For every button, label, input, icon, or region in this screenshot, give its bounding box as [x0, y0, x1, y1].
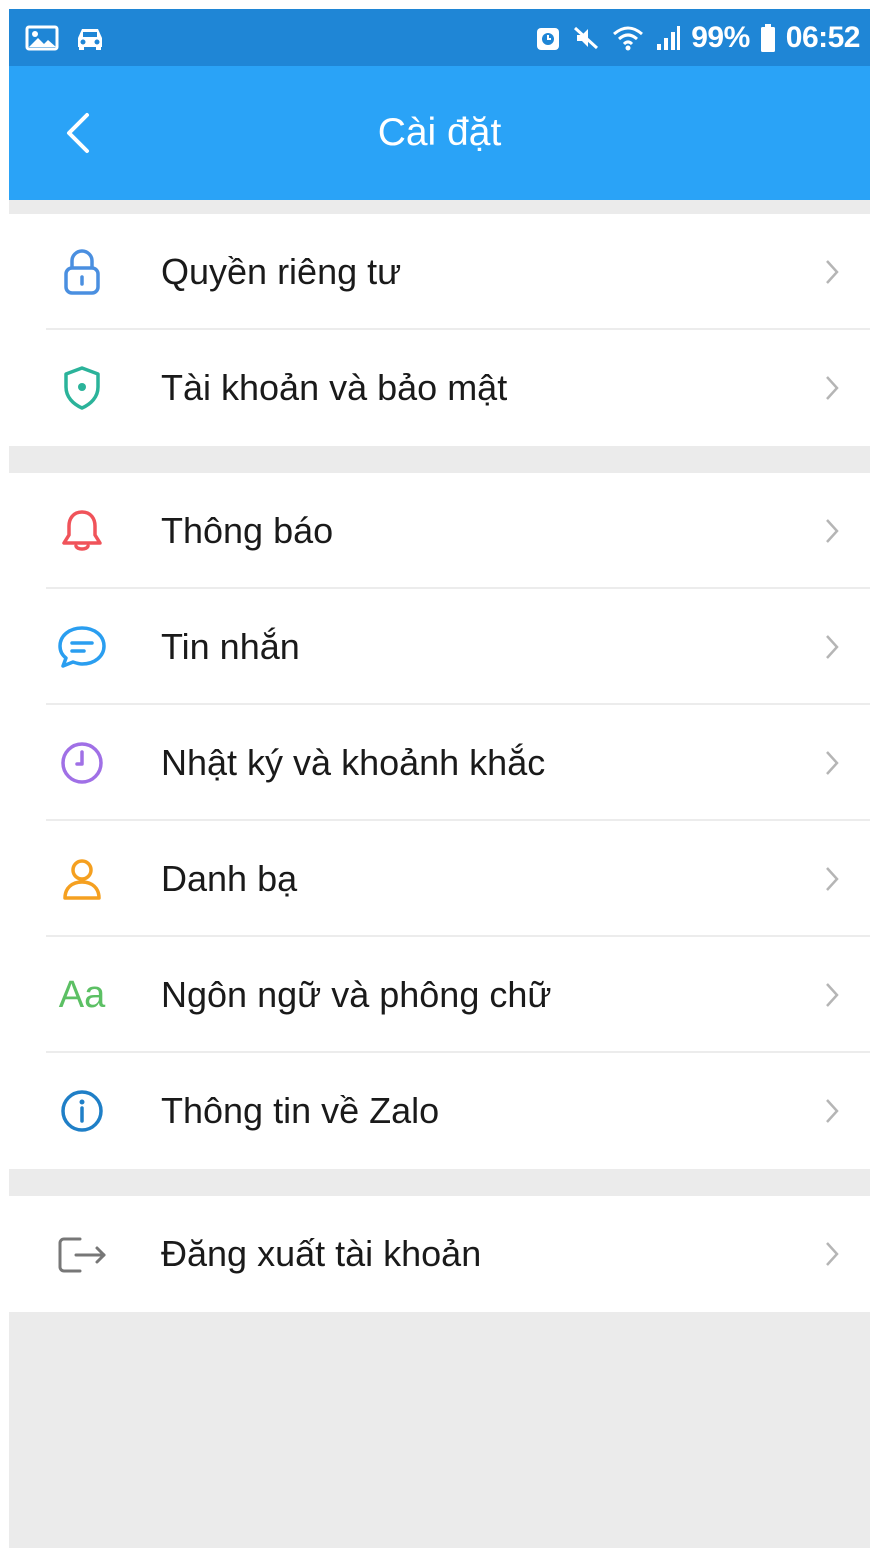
status-left [25, 24, 107, 52]
settings-group-logout: Đăng xuất tài khoản [9, 1196, 870, 1312]
signal-icon [655, 24, 681, 52]
font-icon-text: Aa [58, 973, 106, 1016]
clock-time: 06:52 [785, 20, 861, 54]
settings-item-label: Thông báo [161, 510, 334, 551]
settings-item-label: Quyền riêng tư [161, 251, 402, 292]
settings-item-about[interactable]: Thông tin về Zalo [9, 1053, 870, 1169]
settings-item-account-security[interactable]: Tài khoản và bảo mật [9, 330, 870, 446]
gallery-icon [25, 24, 59, 52]
battery-percent: 99% [691, 20, 750, 54]
settings-item-contacts[interactable]: Danh bạ [9, 821, 870, 937]
shield-icon [53, 359, 111, 417]
info-icon [53, 1082, 111, 1140]
font-icon: Aa [53, 966, 111, 1024]
screen: 99% 06:52 Cài đặt Quyền riêng tư Tài kho… [9, 9, 870, 1548]
clock-icon [53, 734, 111, 792]
page-title: Cài đặt [377, 111, 502, 154]
settings-item-label: Danh bạ [161, 858, 298, 899]
settings-item-privacy[interactable]: Quyền riêng tư [9, 214, 870, 330]
settings-item-messages[interactable]: Tin nhắn [9, 589, 870, 705]
settings-item-notifications[interactable]: Thông báo [9, 473, 870, 589]
app-bar: Cài đặt [9, 66, 870, 200]
settings-item-label: Ngôn ngữ và phông chữ [161, 974, 552, 1015]
car-icon [73, 24, 107, 52]
settings-group-privacy: Quyền riêng tư Tài khoản và bảo mật [9, 214, 870, 446]
settings-item-timeline[interactable]: Nhật ký và khoảnh khắc [9, 705, 870, 821]
chevron-right-icon [822, 1237, 842, 1271]
settings-item-label: Nhật ký và khoảnh khắc [161, 742, 546, 783]
logout-icon [53, 1225, 111, 1283]
settings-item-label: Đăng xuất tài khoản [161, 1233, 482, 1274]
settings-item-logout[interactable]: Đăng xuất tài khoản [9, 1196, 870, 1312]
settings-item-label: Tin nhắn [161, 626, 300, 667]
alarm-icon [535, 24, 561, 52]
settings-group-general: Thông báo Tin nhắn Nhật ký và khoảnh khắ… [9, 473, 870, 1169]
back-button[interactable] [55, 108, 99, 158]
settings-item-label: Thông tin về Zalo [161, 1090, 440, 1131]
chevron-right-icon [822, 630, 842, 664]
chevron-right-icon [822, 514, 842, 548]
bell-icon [53, 502, 111, 560]
message-icon [53, 618, 111, 676]
settings-item-label: Tài khoản và bảo mật [161, 367, 508, 408]
mute-icon [571, 24, 601, 52]
battery-icon [760, 23, 776, 53]
back-arrow-icon [67, 113, 89, 153]
chevron-right-icon [822, 371, 842, 405]
chevron-right-icon [822, 255, 842, 289]
status-right: 99% 06:52 [535, 20, 861, 55]
contact-icon [53, 850, 111, 908]
chevron-right-icon [822, 1094, 842, 1128]
chevron-right-icon [822, 978, 842, 1012]
chevron-right-icon [822, 862, 842, 896]
lock-icon [53, 243, 111, 301]
wifi-icon [611, 24, 645, 52]
settings-item-language-font[interactable]: Aa Ngôn ngữ và phông chữ [9, 937, 870, 1053]
chevron-right-icon [822, 746, 842, 780]
status-bar: 99% 06:52 [9, 9, 870, 66]
